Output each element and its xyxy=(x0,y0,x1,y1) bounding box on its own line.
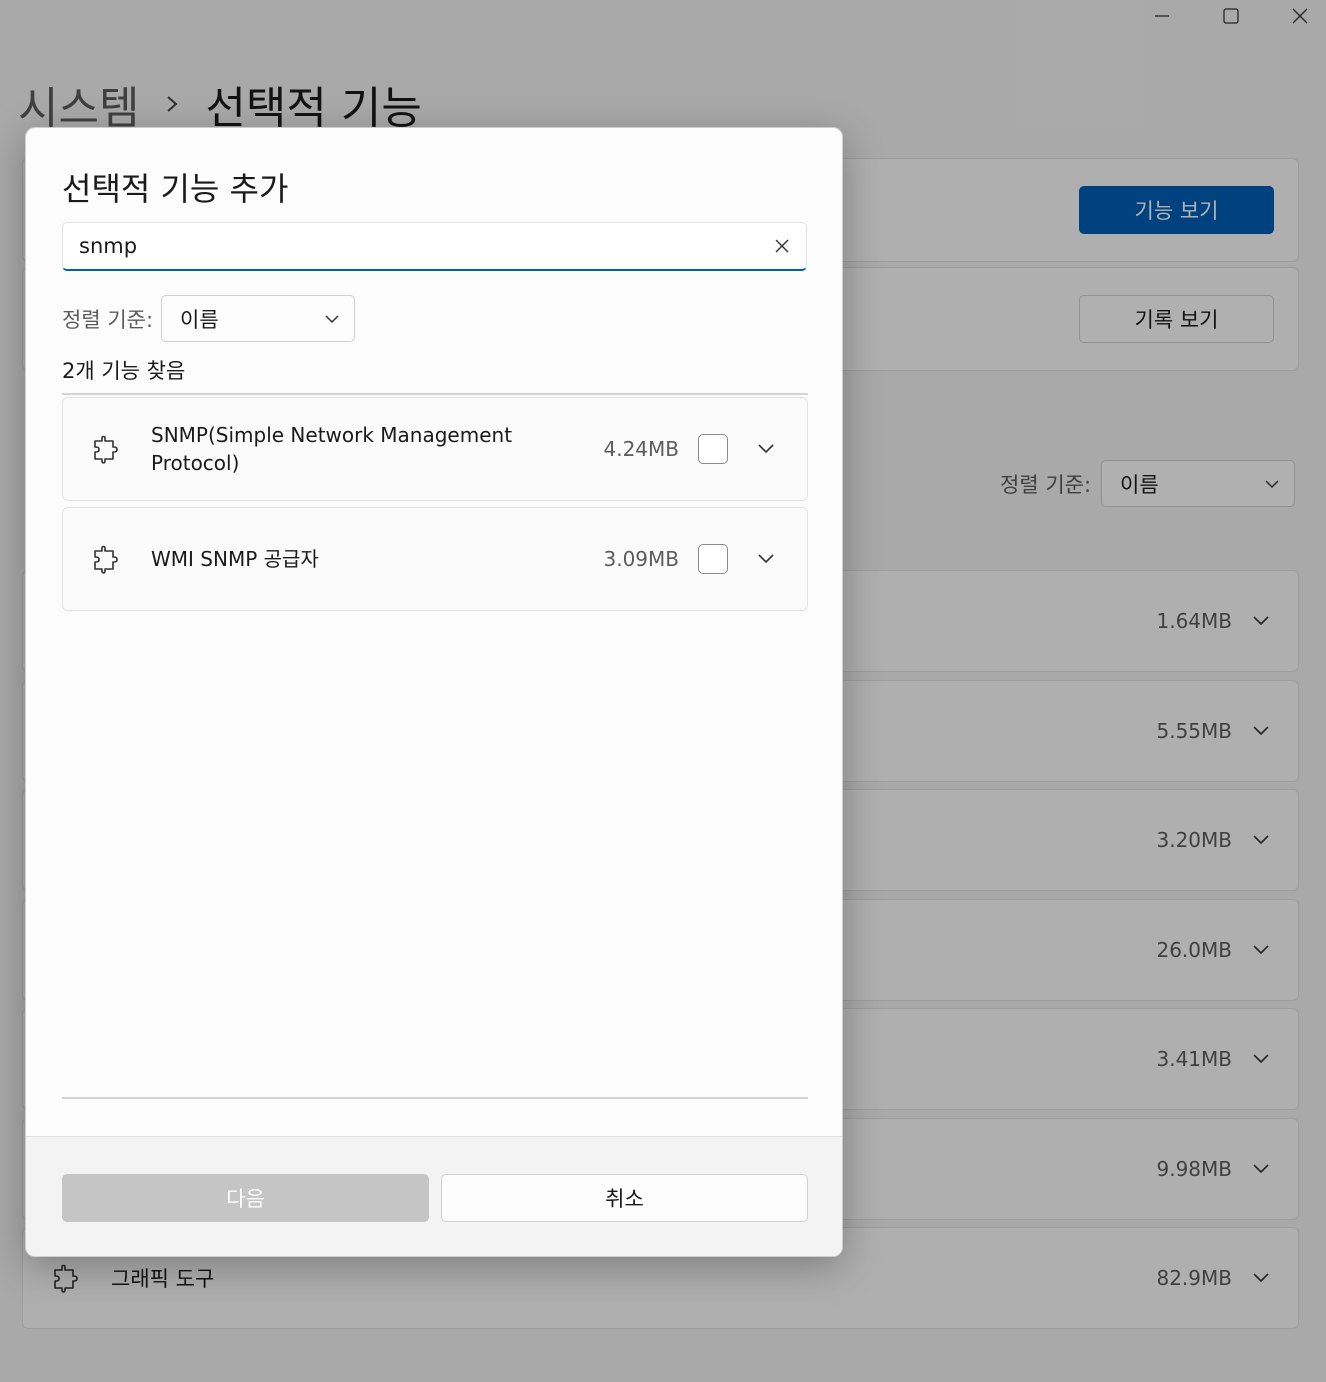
feature-result-row[interactable]: SNMP(Simple Network Management Protocol)… xyxy=(62,397,808,501)
feature-size: 4.24MB xyxy=(603,437,679,461)
cancel-button[interactable]: 취소 xyxy=(441,1174,808,1222)
list-top-divider xyxy=(62,393,808,395)
dialog-footer: 다음 취소 xyxy=(26,1136,842,1256)
feature-checkbox[interactable] xyxy=(698,544,728,574)
sort-label: 정렬 기준: xyxy=(62,307,154,332)
expand-chevron[interactable] xyxy=(757,508,775,610)
feature-checkbox[interactable] xyxy=(698,434,728,464)
feature-result-row[interactable]: WMI SNMP 공급자 3.09MB xyxy=(62,507,808,611)
next-button[interactable]: 다음 xyxy=(62,1174,429,1222)
chevron-down-icon xyxy=(325,314,339,323)
close-icon xyxy=(775,239,789,253)
feature-name: SNMP(Simple Network Management Protocol) xyxy=(151,423,513,475)
sort-dropdown[interactable]: 이름 xyxy=(161,295,356,342)
puzzle-icon xyxy=(91,508,121,610)
feature-name: WMI SNMP 공급자 xyxy=(151,547,319,571)
expand-chevron[interactable] xyxy=(757,398,775,500)
feature-size: 3.09MB xyxy=(603,547,679,571)
dialog-sort: 정렬 기준: 이름 xyxy=(62,295,356,342)
search-input[interactable] xyxy=(79,234,758,258)
search-box xyxy=(62,222,807,271)
puzzle-icon xyxy=(91,398,121,500)
result-count: 2개 기능 찾음 xyxy=(62,359,186,383)
dialog-title: 선택적 기능 추가 xyxy=(62,170,289,208)
chevron-down-icon xyxy=(757,550,775,569)
add-optional-feature-dialog: 선택적 기능 추가 정렬 기준: 이름 2개 기능 찾음 SNMP(Simple… xyxy=(25,127,843,1257)
chevron-down-icon xyxy=(757,440,775,459)
list-bottom-divider xyxy=(62,1097,808,1099)
clear-search-button[interactable] xyxy=(758,223,806,269)
sort-value: 이름 xyxy=(180,307,219,332)
